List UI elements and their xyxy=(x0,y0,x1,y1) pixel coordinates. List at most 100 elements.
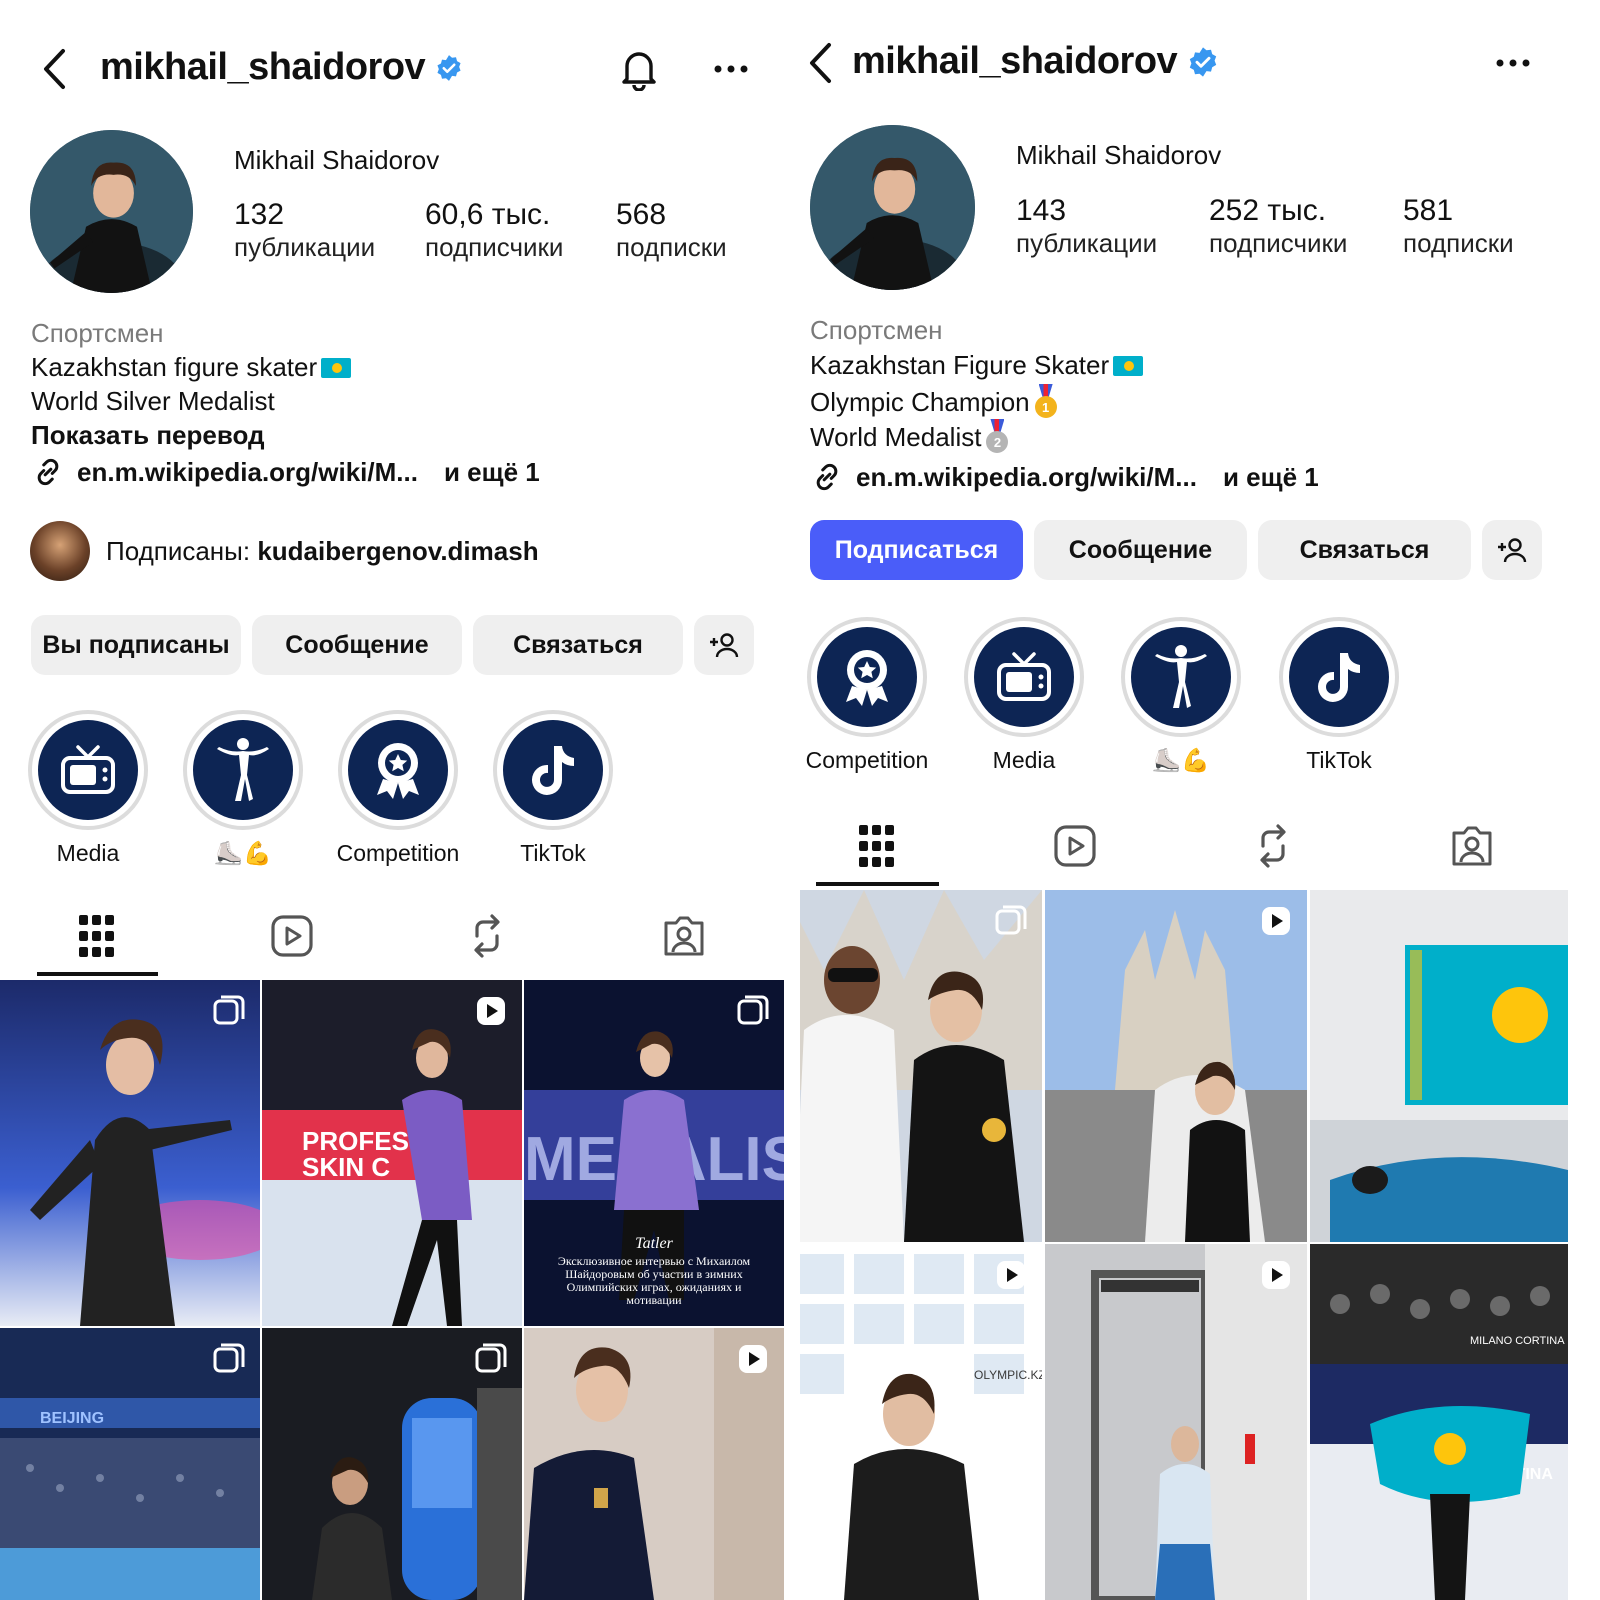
suggested-users-button[interactable] xyxy=(694,615,754,675)
message-button[interactable]: Сообщение xyxy=(252,615,462,675)
banner-text: MILANO CORTINA xyxy=(1470,1335,1565,1347)
post-thumbnail[interactable]: MEDALISTTatlerЭксклюзивное интервью с Ми… xyxy=(524,980,784,1326)
show-translation-link[interactable]: Показать перевод xyxy=(31,420,265,451)
banner-text: OLYMPIC.KZ xyxy=(974,1368,1042,1382)
post-thumbnail[interactable] xyxy=(800,890,1042,1242)
grid-icon xyxy=(79,915,114,957)
post-image xyxy=(1045,890,1307,1242)
reels-icon xyxy=(271,915,313,957)
post-thumbnail[interactable] xyxy=(1310,890,1568,1242)
post-thumbnail[interactable]: OLYMPIC.KZ xyxy=(800,1244,1042,1600)
highlight-competition[interactable]: Competition xyxy=(806,617,928,774)
stat-following[interactable]: 568 подписки xyxy=(616,198,727,263)
post-thumbnail[interactable] xyxy=(524,1328,784,1600)
header-username: mikhail_shaidorov xyxy=(852,40,1219,83)
kazakhstan-flag-icon xyxy=(1113,355,1144,376)
back-button[interactable] xyxy=(800,38,840,88)
back-button[interactable] xyxy=(34,44,74,94)
tab-reels[interactable] xyxy=(1045,816,1105,876)
post-image: MILANO CORTINACORTINA026 xyxy=(1310,1244,1568,1600)
highlight-competition[interactable]: Competition xyxy=(337,710,459,867)
stat-label: публикации xyxy=(234,232,376,262)
followed-by-prefix: Подписаны: xyxy=(106,535,251,566)
tab-reposts[interactable] xyxy=(1243,816,1303,876)
link-text: en.m.wikipedia.org/wiki/M... xyxy=(77,456,418,487)
link-more: и ещё 1 xyxy=(443,456,540,487)
more-horizontal-icon xyxy=(714,65,748,73)
link-icon xyxy=(816,463,838,491)
stat-posts[interactable]: 143 публикации xyxy=(1016,194,1157,259)
profile-avatar[interactable] xyxy=(810,125,975,290)
highlight-ring[interactable] xyxy=(338,710,458,830)
suggested-users-button[interactable] xyxy=(1482,520,1542,580)
stat-followers[interactable]: 60,6 тыс. подписчики xyxy=(425,198,563,263)
bell-icon xyxy=(622,52,656,91)
message-button[interactable]: Сообщение xyxy=(1034,520,1247,580)
highlight-ring[interactable] xyxy=(1279,617,1399,737)
stat-value: 568 xyxy=(616,198,667,231)
more-options-button[interactable] xyxy=(1488,38,1538,88)
award-icon xyxy=(377,743,419,799)
stat-value: 143 xyxy=(1016,194,1067,227)
highlight-ring[interactable] xyxy=(964,617,1084,737)
tab-reels[interactable] xyxy=(262,906,322,966)
notifications-button[interactable] xyxy=(614,44,664,94)
skater-photo xyxy=(810,125,975,290)
profile-link[interactable]: en.m.wikipedia.org/wiki/M... и ещё 1 xyxy=(31,455,540,489)
highlight-skating[interactable]: ⛸️💪 xyxy=(183,710,303,867)
followed-by[interactable]: Подписаны: kudaibergenov.dimash xyxy=(30,521,539,581)
tab-posts-grid[interactable] xyxy=(847,816,907,876)
bio-line: World Silver Medalist xyxy=(31,386,275,416)
stat-label: подписчики xyxy=(1209,228,1348,258)
highlight-ring[interactable] xyxy=(493,710,613,830)
follow-button[interactable]: Подписаться xyxy=(810,520,1023,580)
award-icon xyxy=(846,650,888,706)
chevron-left-icon xyxy=(810,43,831,83)
profile-link[interactable]: en.m.wikipedia.org/wiki/M... и ещё 1 xyxy=(810,460,1319,494)
highlight-ring[interactable] xyxy=(1121,617,1241,737)
username-text: mikhail_shaidorov xyxy=(852,40,1178,82)
more-options-button[interactable] xyxy=(706,44,756,94)
highlight-ring[interactable] xyxy=(183,710,303,830)
tab-tagged[interactable] xyxy=(1442,816,1502,876)
highlight-ring[interactable] xyxy=(28,710,148,830)
stat-posts[interactable]: 132 публикации xyxy=(234,198,375,263)
banner-text: BEIJING xyxy=(40,1410,104,1427)
tagged-icon xyxy=(1452,826,1492,866)
full-name: Mikhail Shaidorov xyxy=(234,145,440,175)
username-text: mikhail_shaidorov xyxy=(100,46,426,88)
post-thumbnail[interactable] xyxy=(262,1328,522,1600)
tab-posts-grid[interactable] xyxy=(67,906,127,966)
highlight-media[interactable]: Media xyxy=(964,617,1084,774)
follower-avatar xyxy=(30,521,90,581)
following-button[interactable]: Вы подписаны xyxy=(31,615,241,675)
post-thumbnail[interactable] xyxy=(1045,890,1307,1242)
carousel-icon xyxy=(737,995,769,1025)
stat-label: подписки xyxy=(1403,228,1514,258)
highlight-tiktok[interactable]: TikTok xyxy=(1279,617,1399,774)
post-thumbnail[interactable]: MILANO CORTINACORTINA026 xyxy=(1310,1244,1568,1600)
carousel-icon xyxy=(213,1343,245,1373)
profile-category: Спортсмен xyxy=(31,318,164,348)
post-thumbnail[interactable]: PROFESSI SKIN C xyxy=(262,980,522,1326)
highlight-tiktok[interactable]: TikTok xyxy=(493,710,613,867)
stat-followers[interactable]: 252 тыс. подписчики xyxy=(1209,194,1347,259)
contact-button[interactable]: Связаться xyxy=(473,615,683,675)
highlight-skating[interactable]: ⛸️💪 xyxy=(1121,617,1241,774)
stat-following[interactable]: 581 подписки xyxy=(1403,194,1514,259)
profile-category: Спортсмен xyxy=(810,315,943,345)
add-person-icon xyxy=(1498,538,1527,563)
post-thumbnail[interactable] xyxy=(1045,1244,1307,1600)
post-thumbnail[interactable]: BEIJING xyxy=(0,1328,260,1600)
profile-panel-left: mikhail_shaidorov Mikhail Shaidorov 132 … xyxy=(0,0,800,1600)
tab-reposts[interactable] xyxy=(457,906,517,966)
tatler-caption: Эксклюзивное интервью с Михаилом Шайдоро… xyxy=(557,1255,751,1307)
reel-icon xyxy=(477,997,505,1025)
tiktok-icon xyxy=(1318,653,1360,702)
profile-avatar[interactable] xyxy=(30,130,193,293)
highlight-media[interactable]: Media xyxy=(28,710,148,867)
highlight-ring[interactable] xyxy=(807,617,927,737)
tab-tagged[interactable] xyxy=(654,906,714,966)
post-thumbnail[interactable] xyxy=(0,980,260,1326)
contact-button[interactable]: Связаться xyxy=(1258,520,1471,580)
